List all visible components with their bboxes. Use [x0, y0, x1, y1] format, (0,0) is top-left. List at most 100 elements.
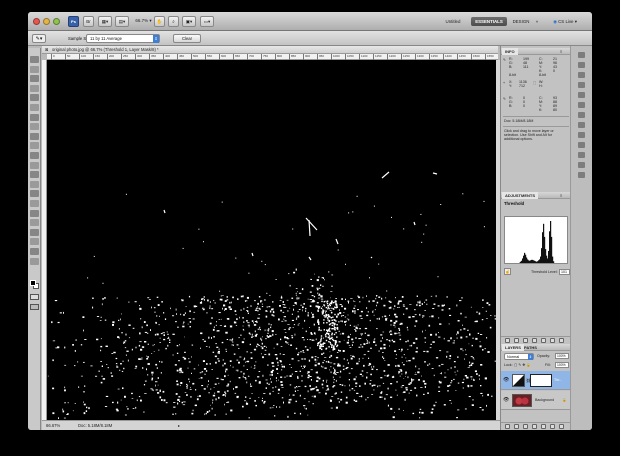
adjustments-footer-button-4[interactable] [541, 338, 546, 343]
adjustments-footer-button-3[interactable] [532, 338, 537, 343]
brush-tool-icon[interactable] [30, 123, 39, 131]
eye-icon[interactable]: 👁 [503, 397, 509, 403]
3d-orbit-tool-icon[interactable] [30, 238, 39, 246]
launch-bridge-button[interactable]: Br [83, 16, 94, 27]
blur-tool-icon[interactable] [30, 171, 39, 179]
workspace-untitled[interactable]: Untitled [438, 17, 468, 26]
layers-footer-button-6[interactable] [559, 424, 564, 429]
screen-mode-icon[interactable] [30, 304, 39, 310]
layers-panel-icon[interactable] [578, 132, 585, 138]
threshold-histogram[interactable] [504, 216, 568, 264]
adjustments-footer-button-0[interactable] [505, 338, 510, 343]
minimize-window-button[interactable] [43, 18, 50, 25]
document-canvas[interactable] [47, 60, 496, 420]
channels-panel-icon[interactable] [578, 142, 585, 148]
opacity-input[interactable]: 100% [555, 353, 569, 359]
panel-menu-icon[interactable]: ≡ [557, 192, 565, 199]
zoom-tool-button[interactable]: ⌕ [168, 16, 179, 27]
quick-mask-icon[interactable] [30, 294, 39, 300]
clear-button[interactable]: Clear [173, 34, 201, 43]
panel-menu-icon[interactable]: ≡ [557, 48, 565, 55]
dodge-tool-icon[interactable] [30, 180, 39, 188]
fill-input[interactable]: 100% [555, 362, 569, 368]
move-tool-icon[interactable] [30, 56, 39, 63]
eyedropper-tool-icon[interactable] [30, 104, 39, 111]
layers-footer-button-0[interactable] [505, 424, 510, 429]
actions-panel-icon[interactable] [578, 172, 585, 178]
tool-preset-picker[interactable]: ✎▾ [32, 34, 46, 43]
layer-name[interactable]: Background [535, 398, 554, 402]
layers-footer-button-5[interactable] [550, 424, 555, 429]
blend-mode-select[interactable]: Normal ⇕ [504, 353, 534, 360]
threshold-eyedropper-button[interactable]: ☝ [504, 268, 511, 275]
adjustments-panel-icon[interactable] [578, 112, 585, 118]
info-panel-icon[interactable] [578, 52, 585, 58]
path-selection-tool-icon[interactable] [30, 209, 39, 217]
masks-panel-icon[interactable] [578, 122, 585, 128]
lock-icons[interactable]: ▢ ✎ ✥ 🔒 [514, 363, 531, 367]
layer-mask-thumbnail[interactable] [530, 374, 552, 387]
info-bit-right: 8-bit [539, 73, 546, 77]
layers-footer-button-2[interactable] [523, 424, 528, 429]
workspace-more[interactable]: » [533, 17, 541, 26]
3d-rotate-tool-icon[interactable] [30, 228, 39, 236]
status-zoom[interactable]: 66.67% [46, 421, 60, 430]
crop-tool-icon[interactable] [30, 94, 39, 102]
status-arrow-icon[interactable]: ▸ [178, 421, 180, 430]
info-tab[interactable]: INFO [502, 48, 518, 55]
layer-name[interactable]: Thr... [554, 378, 562, 382]
clone-stamp-tool-icon[interactable] [30, 132, 39, 140]
arrange-documents-button[interactable]: ▣▾ [182, 16, 196, 27]
workspace-essentials[interactable]: ESSENTIALS [471, 17, 507, 26]
type-tool-icon[interactable] [30, 200, 39, 207]
quick-selection-tool-icon[interactable] [30, 84, 39, 92]
layer-row[interactable]: 👁 Background 🔒 [501, 391, 571, 410]
paths-tab[interactable]: PATHS [521, 344, 540, 351]
navigator-panel-icon[interactable] [578, 72, 585, 78]
swatches-panel-icon[interactable] [578, 82, 585, 88]
workspace-design[interactable]: DESIGN [510, 17, 532, 26]
pen-tool-icon[interactable] [30, 190, 39, 198]
document-title: original photo.jpg @ 66.7% (Threshold 1,… [52, 47, 159, 52]
view-extras-button[interactable]: ▤▾ [115, 16, 129, 27]
launch-minibridge-button[interactable]: ▦▾ [98, 16, 112, 27]
shape-tool-icon[interactable] [30, 219, 39, 227]
adjustments-footer-button-2[interactable] [523, 338, 528, 343]
adjustments-footer-button-5[interactable] [550, 338, 555, 343]
lasso-tool-icon[interactable] [30, 75, 39, 83]
history-brush-tool-icon[interactable] [30, 142, 39, 150]
history-panel-icon[interactable] [578, 162, 585, 168]
adjustments-footer-button-6[interactable] [559, 338, 564, 343]
eraser-tool-icon[interactable] [30, 152, 39, 159]
layer-row[interactable]: 👁 ⛓ Thr... [501, 371, 571, 390]
spot-healing-tool-icon[interactable] [30, 113, 39, 121]
gradient-tool-icon[interactable] [30, 161, 39, 169]
adjustments-footer-button-1[interactable] [514, 338, 519, 343]
layers-footer-button-1[interactable] [514, 424, 519, 429]
threshold-level-input[interactable]: 101 [559, 269, 570, 275]
styles-panel-icon[interactable] [578, 102, 585, 108]
paths-panel-icon[interactable] [578, 152, 585, 158]
options-bar: ✎▾ Sample Size: 11 by 11 Average ⇕ Clear [28, 31, 592, 46]
info2-b-label: B: [509, 104, 513, 108]
marquee-tool-icon[interactable] [30, 65, 39, 73]
cs-live-button[interactable]: ◉ CS Live ▾ [548, 17, 582, 26]
document-tab[interactable]: ⊠ original photo.jpg @ 66.7% (Threshold … [42, 46, 498, 54]
color-panel-icon[interactable] [578, 92, 585, 98]
hand-tool-icon[interactable] [30, 248, 39, 255]
layers-footer-button-3[interactable] [532, 424, 537, 429]
eye-icon[interactable]: 👁 [503, 377, 509, 383]
zoom-window-button[interactable] [53, 18, 60, 25]
adjustments-tab[interactable]: ADJUSTMENTS [502, 192, 539, 199]
hand-tool-button[interactable]: ✋ [154, 16, 165, 27]
zoom-tool-icon[interactable] [30, 257, 39, 265]
histogram-panel-icon[interactable] [578, 62, 585, 68]
close-document-icon[interactable]: ⊠ [45, 46, 49, 54]
sample-size-select[interactable]: 11 by 11 Average ⇕ [86, 34, 160, 43]
close-window-button[interactable] [33, 18, 40, 25]
zoom-level-dropdown[interactable]: 66.7% ▾ [135, 16, 152, 27]
screen-mode-button[interactable]: ▭▾ [200, 16, 214, 27]
foreground-color-swatch[interactable] [30, 280, 36, 286]
layers-footer-button-4[interactable] [541, 424, 546, 429]
magnifier-icon: ⌕ [172, 19, 175, 24]
